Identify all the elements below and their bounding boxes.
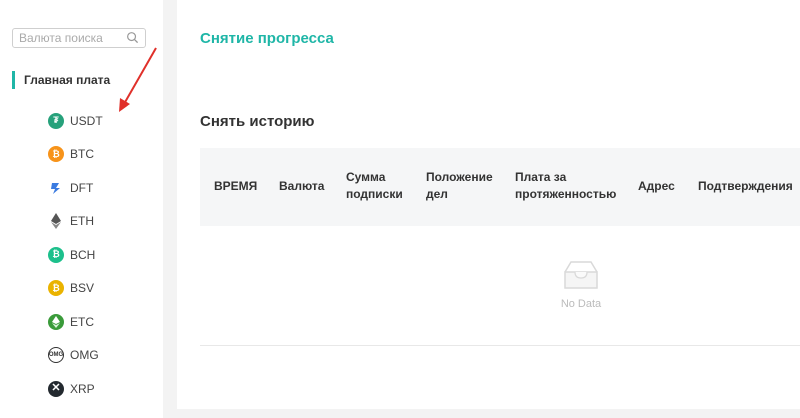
- empty-state-text: No Data: [560, 298, 602, 310]
- table-bottom-divider: [200, 345, 800, 346]
- coin-item-omg[interactable]: OMG OMG: [48, 339, 103, 373]
- coin-list: ₮ USDT ₿ BTC DFT ETH ₿ BCH ₿ BSV ETC OMG…: [48, 104, 103, 406]
- history-title: Снять историю: [200, 113, 315, 130]
- coin-label: XRP: [70, 381, 95, 396]
- search-input[interactable]: [13, 29, 127, 47]
- sidebar: Главная плата ₮ USDT ₿ BTC DFT ETH: [0, 0, 163, 418]
- coin-label: USDT: [70, 113, 103, 128]
- coin-item-dft[interactable]: DFT: [48, 171, 103, 205]
- column-header-fee: Плата за протяженностью: [515, 170, 617, 201]
- search-box[interactable]: [12, 28, 146, 48]
- coin-label: DFT: [70, 180, 94, 195]
- column-header-confirmations: Подтверждения: [698, 179, 793, 193]
- coin-label: BSV: [70, 281, 95, 296]
- empty-box-icon: [564, 261, 598, 289]
- section-title-main-board: Главная плата: [12, 71, 110, 89]
- coin-item-xrp[interactable]: ✕ XRP: [48, 372, 103, 406]
- main-panel: Снятие прогресса Снять историю ВРЕМЯ Вал…: [177, 0, 800, 409]
- omg-icon: OMG: [48, 347, 64, 364]
- coin-item-usdt[interactable]: ₮ USDT: [48, 104, 103, 138]
- column-header-address: Адрес: [638, 179, 675, 193]
- bitcoin-cash-icon: ₿: [48, 246, 64, 263]
- page-title: Снятие прогресса: [200, 30, 334, 47]
- coin-label: BCH: [70, 247, 96, 262]
- coin-label: BTC: [70, 147, 94, 162]
- ethereum-icon: [48, 213, 64, 230]
- coin-item-eth[interactable]: ETH: [48, 205, 103, 239]
- coin-item-btc[interactable]: ₿ BTC: [48, 138, 103, 172]
- table-header: ВРЕМЯ Валюта Сумма подписки Положение де…: [200, 148, 800, 226]
- column-header-status: Положение дел: [426, 170, 493, 201]
- coin-label: OMG: [70, 348, 99, 363]
- column-header-amount: Сумма подписки: [346, 170, 403, 201]
- column-header-time: ВРЕМЯ: [214, 179, 258, 193]
- search-icon[interactable]: [126, 31, 139, 44]
- coin-label: ETC: [70, 314, 94, 329]
- bitcoin-icon: ₿: [48, 146, 64, 163]
- coin-label: ETH: [70, 214, 94, 229]
- bitcoin-sv-icon: ₿: [48, 280, 64, 297]
- column-header-currency: Валюта: [279, 179, 325, 193]
- tether-icon: ₮: [48, 112, 64, 129]
- coin-item-bsv[interactable]: ₿ BSV: [48, 272, 103, 306]
- dft-icon: [48, 180, 64, 196]
- xrp-icon: ✕: [48, 380, 64, 397]
- coin-item-bch[interactable]: ₿ BCH: [48, 238, 103, 272]
- coin-item-etc[interactable]: ETC: [48, 305, 103, 339]
- ethereum-classic-icon: [48, 313, 64, 330]
